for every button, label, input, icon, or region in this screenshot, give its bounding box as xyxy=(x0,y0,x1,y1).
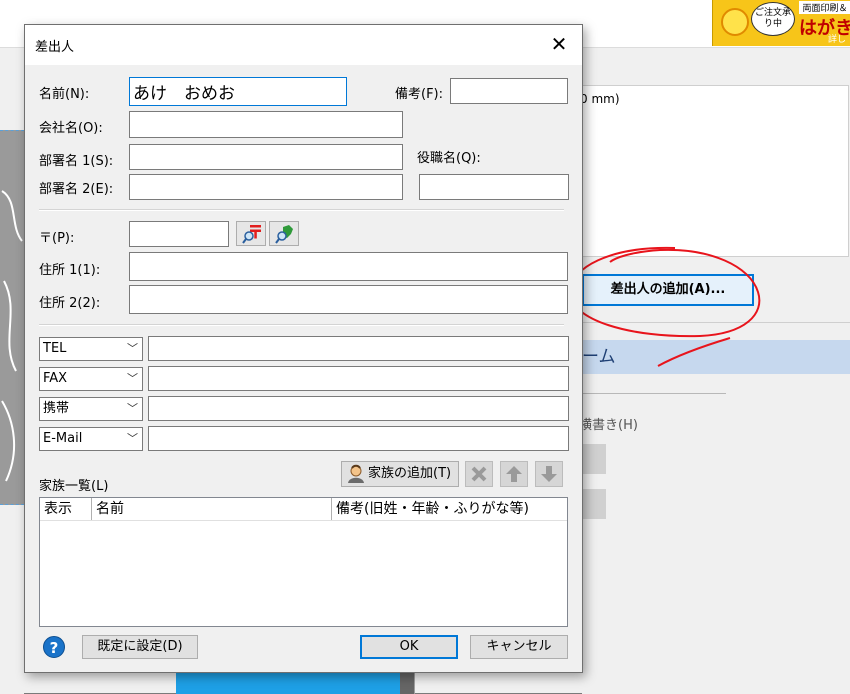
family-list-header: 表示 名前 備考(旧姓・年齢・ふりがな等) xyxy=(40,498,567,521)
family-list[interactable]: 表示 名前 備考(旧姓・年齢・ふりがな等) xyxy=(39,497,568,627)
chevron-down-icon: ﹀ xyxy=(127,402,138,415)
dialog-title: 差出人 xyxy=(35,40,75,55)
bottom-frame xyxy=(400,672,414,694)
close-icon[interactable]: ✕ xyxy=(536,25,582,65)
chevron-down-icon: ﹀ xyxy=(127,432,138,445)
add-family-button[interactable]: 家族の追加(T) xyxy=(341,461,459,487)
ad-sub-text: 詳し xyxy=(827,35,846,45)
address1-input[interactable] xyxy=(129,252,568,281)
separator xyxy=(39,324,564,326)
contact-type-select[interactable]: FAX ﹀ xyxy=(39,367,143,391)
separator xyxy=(39,209,564,211)
chevron-down-icon: ﹀ xyxy=(127,372,138,385)
dept2-label: 部署名 2(E): xyxy=(39,182,114,197)
cancel-button[interactable]: キャンセル xyxy=(470,635,568,659)
chevron-down-icon: ﹀ xyxy=(127,342,138,355)
address2-input[interactable] xyxy=(129,285,568,314)
help-icon[interactable]: ? xyxy=(43,636,65,658)
card-preview-art xyxy=(1,190,23,482)
red-annotation-circle xyxy=(568,246,761,367)
delete-family-button[interactable] xyxy=(465,461,493,487)
postal-label: 〒(P): xyxy=(39,231,75,246)
postal-search-button[interactable] xyxy=(236,221,266,246)
ad-top-text: 両面印刷＆ xyxy=(799,1,850,14)
contact-value-input[interactable] xyxy=(148,336,569,361)
info-text: 0 mm) xyxy=(580,92,620,106)
dept1-input[interactable] xyxy=(129,144,403,170)
set-default-button[interactable]: 既定に設定(D) xyxy=(82,635,198,659)
card-preview xyxy=(0,130,24,505)
column-header-remarks[interactable]: 備考(旧姓・年齢・ふりがな等) xyxy=(332,498,567,520)
family-list-label: 家族一覧(L) xyxy=(39,479,109,494)
remarks-label: 備考(F): xyxy=(395,87,444,102)
contact-value-input[interactable] xyxy=(148,396,569,421)
name-input[interactable]: あけ おめお xyxy=(129,77,347,106)
chick-mascot-icon xyxy=(721,8,749,36)
map-search-icon xyxy=(275,225,293,244)
column-header-display[interactable]: 表示 xyxy=(40,498,92,520)
company-input[interactable] xyxy=(129,111,403,138)
move-up-button[interactable] xyxy=(500,461,528,487)
contact-type-value: FAX xyxy=(43,371,68,386)
company-label: 会社名(O): xyxy=(39,121,103,136)
add-family-label: 家族の追加(T) xyxy=(368,466,452,481)
dept2-input[interactable] xyxy=(129,174,403,200)
arrow-down-icon xyxy=(541,466,557,482)
contact-type-value: E-Mail xyxy=(43,431,83,446)
contact-type-value: 携帯 xyxy=(43,401,70,416)
remarks-input[interactable] xyxy=(450,78,568,104)
dialog-titlebar: 差出人 ✕ xyxy=(25,25,582,65)
postal-input[interactable] xyxy=(129,221,229,247)
ad-banner[interactable]: ご注文承り中 両面印刷＆ はがき 詳し xyxy=(712,0,850,46)
contact-type-select[interactable]: TEL ﹀ xyxy=(39,337,143,361)
ad-bubble-text: ご注文承り中 xyxy=(751,2,795,36)
contact-type-select[interactable]: E-Mail ﹀ xyxy=(39,427,143,451)
delete-icon xyxy=(471,466,487,482)
job-title-input[interactable] xyxy=(419,174,569,200)
ok-button[interactable]: OK xyxy=(360,635,458,659)
address2-label: 住所 2(2): xyxy=(39,296,101,311)
vertical-option-label[interactable]: 横書き(H) xyxy=(579,414,638,433)
job-title-label: 役職名(Q): xyxy=(417,151,481,166)
arrow-up-icon xyxy=(506,466,522,482)
postal-search-icon xyxy=(242,225,261,244)
person-icon xyxy=(348,464,364,483)
map-search-button[interactable] xyxy=(269,221,299,246)
column-header-name[interactable]: 名前 xyxy=(92,498,332,520)
sender-dialog: 差出人 ✕ 名前(N): あけ おめお 備考(F): 会社名(O): 部署名 1… xyxy=(24,24,583,673)
panel-button[interactable] xyxy=(582,489,606,519)
bottom-strip xyxy=(176,672,401,694)
dept1-label: 部署名 1(S): xyxy=(39,154,114,169)
contact-type-value: TEL xyxy=(43,341,67,356)
contact-type-select[interactable]: 携帯 ﹀ xyxy=(39,397,143,421)
contact-value-input[interactable] xyxy=(148,426,569,451)
divider xyxy=(582,393,726,394)
contact-value-input[interactable] xyxy=(148,366,569,391)
address1-label: 住所 1(1): xyxy=(39,263,101,278)
panel-button[interactable] xyxy=(582,444,606,474)
info-panel xyxy=(582,85,849,257)
name-label: 名前(N): xyxy=(39,87,90,102)
move-down-button[interactable] xyxy=(535,461,563,487)
